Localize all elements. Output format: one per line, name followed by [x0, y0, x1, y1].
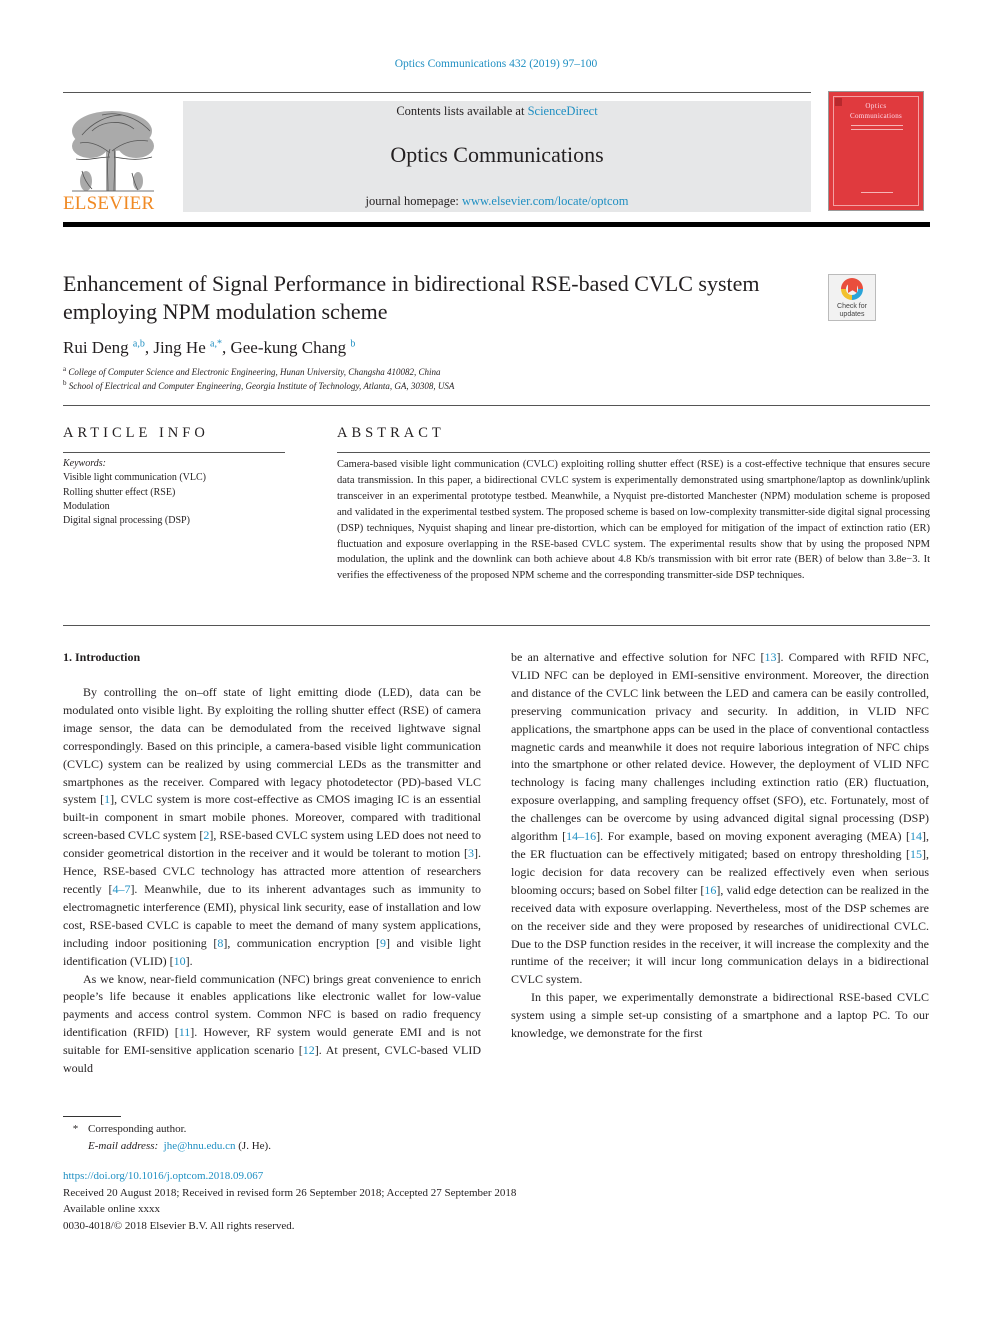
article-info-heading: ARTICLE INFO — [63, 425, 209, 441]
keyword: Rolling shutter effect (RSE) — [63, 486, 176, 498]
author-name[interactable]: Jing He — [153, 338, 205, 357]
paragraph-text: ], valid edge detection can be realized … — [511, 882, 929, 987]
citation-link[interactable]: 16 — [704, 883, 716, 897]
elsevier-wordmark: ELSEVIER — [63, 193, 155, 214]
keywords-label: Keywords: — [63, 458, 106, 469]
footnote-divider — [63, 1116, 121, 1117]
citation-link[interactable]: 15 — [910, 847, 922, 861]
keywords-list: Keywords: Visible light communication (V… — [63, 457, 206, 528]
paragraph-text: In this paper, we experimentally demonst… — [511, 990, 929, 1041]
section-divider — [63, 405, 930, 406]
affiliation: a College of Computer Science and Electr… — [63, 365, 441, 377]
author-affiliation-marks[interactable]: a,* — [210, 338, 222, 349]
abstract-heading: ABSTRACT — [337, 425, 445, 441]
available-online: Available online xxxx — [63, 1203, 160, 1215]
article-info-divider — [63, 452, 285, 453]
journal-reference[interactable]: Optics Communications 432 (2019) 97–100 — [395, 58, 598, 70]
copyright: 0030-4018/© 2018 Elsevier B.V. All right… — [63, 1219, 295, 1232]
paragraph-text: ], communication encryption [ — [223, 935, 380, 950]
citation-link[interactable]: 14 — [910, 829, 922, 843]
header-thick-divider — [63, 222, 930, 227]
footnotes: * Corresponding author. E-mail address: j… — [63, 1121, 271, 1155]
cover-text-line — [861, 192, 893, 193]
body-paragraph: In this paper, we experimentally demonst… — [511, 989, 929, 1043]
author-list: Rui Deng a,b, Jing He a,*, Gee-kung Chan… — [63, 338, 356, 357]
paragraph-text: ]. For example, based on moving exponent… — [596, 829, 910, 844]
citation-link[interactable]: 12 — [303, 1043, 315, 1057]
check-for-updates-button[interactable]: Check for updates — [828, 274, 876, 321]
citation-link[interactable]: 4–7 — [112, 882, 130, 896]
received-dates: Received 20 August 2018; Received in rev… — [63, 1186, 517, 1199]
cover-title-line2: Communications — [849, 112, 903, 120]
citation-link[interactable]: 14–16 — [566, 829, 596, 843]
abstract-text: Camera-based visible light communication… — [337, 459, 930, 582]
journal-reference-link[interactable]: Optics Communications 432 (2019) 97–100 — [0, 58, 992, 70]
keyword: Digital signal processing (DSP) — [63, 515, 190, 527]
body-paragraph: be an alternative and effective solution… — [511, 649, 929, 989]
journal-cover-image: Optics Communications — [828, 91, 924, 211]
body-column-right: be an alternative and effective solution… — [511, 649, 929, 1043]
keyword: Modulation — [63, 500, 110, 512]
article-title: Enhancement of Signal Performance in bid… — [63, 271, 760, 324]
doi-link[interactable]: https://doi.org/10.1016/j.optcom.2018.09… — [63, 1168, 516, 1185]
contents-prefix: Contents lists available at — [396, 104, 528, 118]
paragraph-text: By controlling the on–off state of light… — [63, 685, 481, 807]
author-affiliation-marks[interactable]: b — [350, 338, 355, 349]
contents-line: Contents lists available at ScienceDirec… — [183, 104, 811, 119]
article-metadata: https://doi.org/10.1016/j.optcom.2018.09… — [63, 1168, 516, 1234]
check-for-updates-label: Check for updates — [837, 303, 867, 318]
email-link[interactable]: jhe@hnu.edu.cn — [164, 1140, 236, 1152]
body-column-left: By controlling the on–off state of light… — [63, 684, 481, 1078]
body-divider — [63, 625, 930, 626]
journal-name: Optics Communications — [390, 142, 604, 167]
author-name[interactable]: Rui Deng — [63, 338, 129, 357]
homepage-line: journal homepage: www.elsevier.com/locat… — [183, 194, 811, 209]
journal-homepage-link[interactable]: www.elsevier.com/locate/optcom — [462, 194, 629, 208]
body-paragraph: As we know, near-field communication (NF… — [63, 971, 481, 1078]
paragraph-text: ]. Compared with RFID NFC, VLID NFC can … — [511, 650, 929, 844]
citation-link[interactable]: 10 — [174, 954, 186, 968]
keyword: Visible light communication (VLC) — [63, 472, 206, 484]
journal-masthead: Contents lists available at ScienceDirec… — [183, 101, 811, 212]
cover-title-line1: Optics — [865, 102, 887, 110]
citation-link[interactable]: 11 — [179, 1025, 191, 1039]
paragraph-text: ]. — [185, 953, 193, 968]
paragraph-text: be an alternative and effective solution… — [511, 650, 765, 664]
header-divider — [63, 92, 811, 93]
corresponding-author-note: * Corresponding author. — [63, 1121, 271, 1138]
cover-text-line — [851, 125, 903, 126]
author-affiliation-marks[interactable]: a,b — [133, 338, 145, 349]
section-heading-introduction: 1. Introduction — [63, 650, 141, 664]
footnote-star: * — [72, 1123, 79, 1135]
abstract-divider — [337, 452, 930, 453]
affiliation: b School of Electrical and Computer Engi… — [63, 379, 455, 391]
sciencedirect-link[interactable]: ScienceDirect — [528, 104, 598, 118]
author-name[interactable]: Gee-kung Chang — [230, 338, 346, 357]
email-label: E-mail address: — [88, 1140, 159, 1152]
citation-link[interactable]: 13 — [764, 650, 776, 664]
body-paragraph: By controlling the on–off state of light… — [63, 684, 481, 971]
cover-text-line — [851, 129, 903, 130]
homepage-prefix: journal homepage: — [365, 194, 462, 208]
email-note: E-mail address: jhe@hnu.edu.cn (J. He). — [88, 1140, 271, 1152]
